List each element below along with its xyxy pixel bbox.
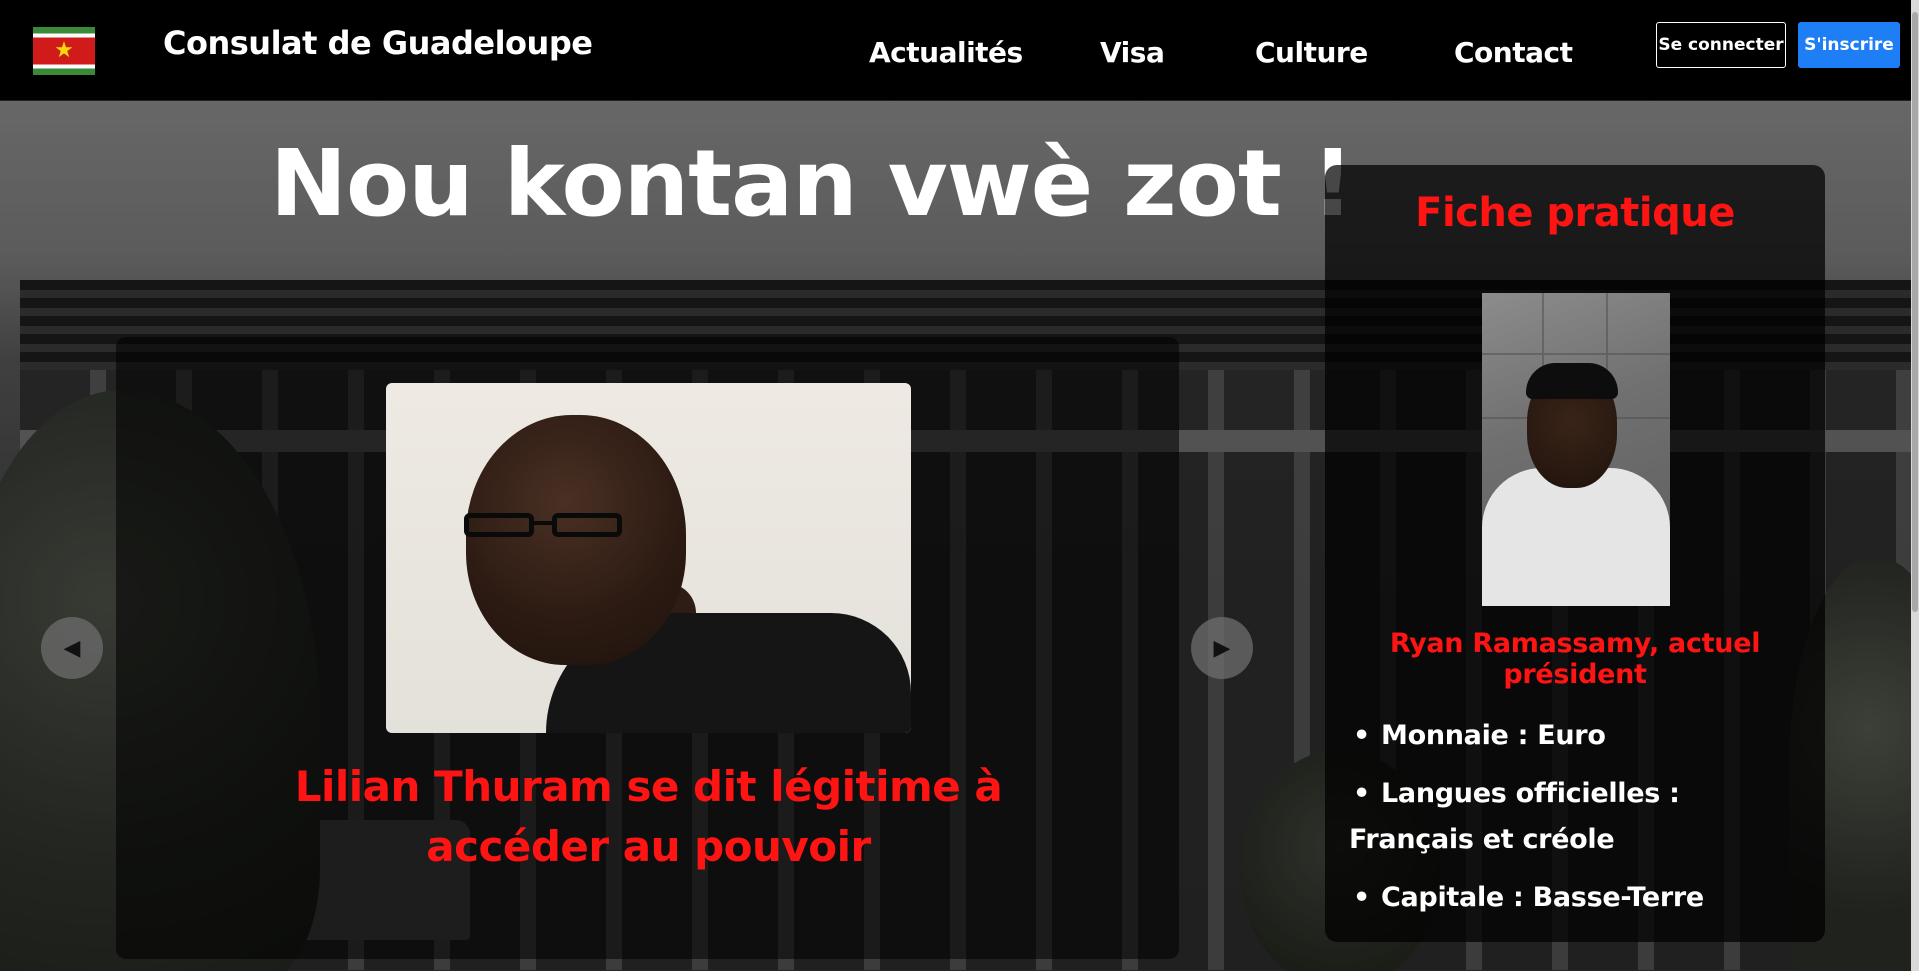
slide-caption[interactable]: Lilian Thuram se dit légitime à accéder …	[236, 757, 1061, 877]
triangle-right-icon: ▶	[1213, 635, 1231, 661]
news-carousel: Lilian Thuram se dit légitime à accéder …	[116, 337, 1179, 959]
carousel-next-button[interactable]: ▶	[1191, 617, 1253, 679]
nav-link-visa[interactable]: Visa	[1100, 36, 1165, 69]
nav-link-contact[interactable]: Contact	[1454, 36, 1573, 69]
fact-languages: Langues officielles : Français et créole	[1349, 771, 1799, 863]
fact-currency: Monnaie : Euro	[1349, 713, 1799, 759]
top-navbar: ★ Consulat de Guadeloupe Actualités Visa…	[0, 0, 1919, 101]
triangle-left-icon: ◀	[63, 635, 81, 661]
flag-star-icon: ★	[54, 38, 74, 63]
scrollbar-thumb[interactable]	[1912, 12, 1918, 612]
facts-list: Monnaie : Euro Langues officielles : Fra…	[1349, 713, 1799, 933]
slide-image-portrait	[386, 383, 911, 733]
fact-capital: Capitale : Basse-Terre	[1349, 875, 1799, 921]
photo-caption: Ryan Ramassamy, actuel président	[1389, 628, 1761, 690]
card-title: Fiche pratique	[1415, 190, 1735, 236]
login-button[interactable]: Se connecter	[1656, 22, 1786, 68]
fiche-pratique-card: Fiche pratique Ryan Ramassamy, actuel pr…	[1325, 165, 1825, 942]
carousel-prev-button[interactable]: ◀	[41, 617, 103, 679]
page-scrollbar[interactable]	[1911, 0, 1919, 971]
nav-link-actualites[interactable]: Actualités	[869, 36, 1023, 69]
hero-title: Nou kontan vwè zot !	[270, 130, 1354, 237]
guadeloupe-flag-icon[interactable]: ★	[33, 27, 95, 75]
brand-title[interactable]: Consulat de Guadeloupe	[163, 24, 593, 62]
nav-link-culture[interactable]: Culture	[1255, 36, 1368, 69]
signup-button[interactable]: S'inscrire	[1798, 22, 1900, 68]
president-photo	[1482, 293, 1670, 606]
